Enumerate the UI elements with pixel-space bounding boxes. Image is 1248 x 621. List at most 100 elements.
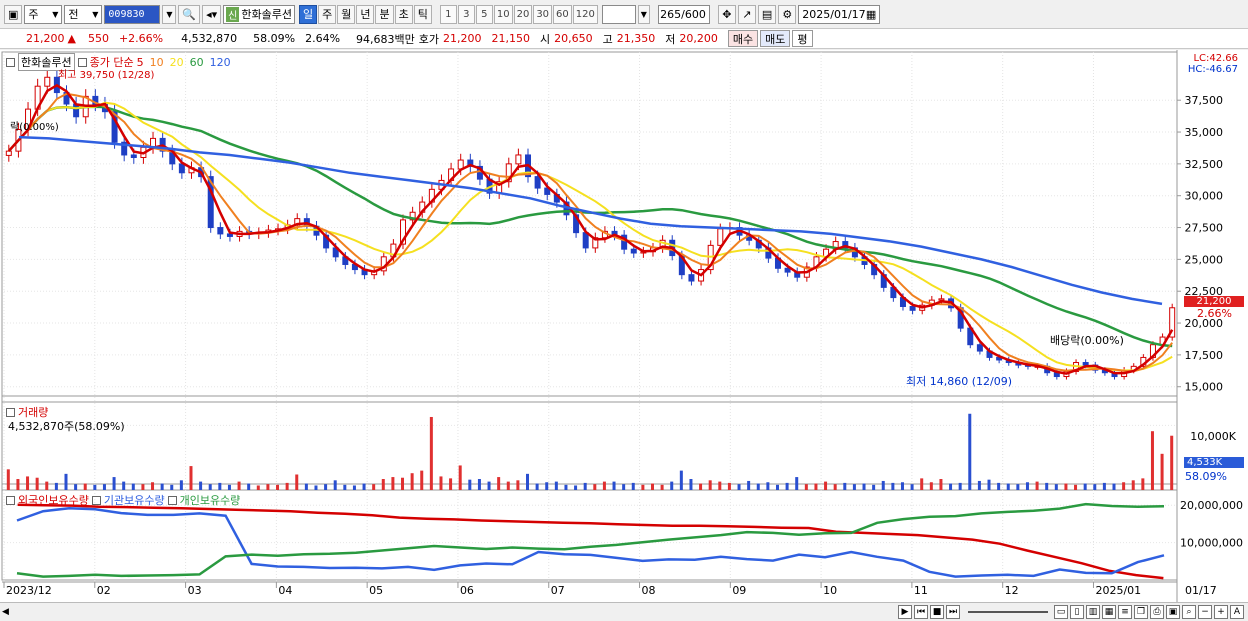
volume-bar [622,484,626,490]
panel-toggle-icon[interactable] [6,407,15,417]
period-tab[interactable]: 일 [298,4,318,24]
x-axis-label: 2023/12 [6,584,52,597]
interval-custom-input[interactable] [601,4,636,24]
ex-right-annotation: 락(0.00%) [10,122,59,133]
window-menu-icon[interactable]: ▣ [4,4,23,24]
volume-bar [381,479,385,490]
volume-bar [160,483,164,490]
compare-icon[interactable]: ▥ [1086,605,1100,619]
bar-count-max: /600 [681,7,706,21]
search-icon[interactable]: 🔍 [178,4,201,24]
period-tab[interactable]: 주 [318,4,337,24]
volume-bar [1035,481,1039,490]
volume-bar [1150,431,1154,490]
chart-canvas[interactable]: 37,50035,00032,50030,00027,50025,00022,5… [0,50,1248,602]
volume-bar [112,477,116,490]
interval-button[interactable]: 10 [493,4,513,24]
volume-bar [410,473,414,490]
volume-bar [487,481,491,490]
panel-toggle-icon[interactable] [91,495,101,505]
panel-toggle-icon[interactable] [6,495,15,505]
interval-button[interactable]: 30 [533,4,553,24]
layout-icon[interactable]: ▭ [1054,605,1068,619]
price-change-pct: +2.66% [118,32,164,45]
volume-bar [1074,484,1078,490]
volume-bar [304,483,308,490]
scroll-left-icon[interactable]: ◀ [2,607,12,617]
print-icon[interactable]: ⎙ [1150,605,1164,619]
x-axis-label: 12 [1005,584,1019,597]
interval-button[interactable]: 1 [439,4,457,24]
image-icon[interactable]: ▣ [1166,605,1180,619]
price-tick-label: 17,500 [1185,349,1224,362]
panel-toggle-icon[interactable] [167,495,177,505]
chart-area[interactable]: 37,500 35,000 32,500 30,000 27,500 25,000 22,5… [0,50,1248,602]
period-type-select[interactable]: 주 ▼ [24,4,63,24]
zoom-in-icon[interactable]: + [1214,605,1228,619]
date-value: 2025/01/17 [802,7,866,21]
grid-icon[interactable]: ▦ [1102,605,1116,619]
volume-bar [526,473,530,490]
low-annotation: 최저 14,860 (12/09) [906,375,1013,388]
candle-body [44,76,51,87]
volume-bar [1131,480,1135,490]
interval-button[interactable]: 120 [572,4,598,24]
period-tab[interactable]: 년 [356,4,375,24]
volume-ratio-tag: 58.09% [1185,470,1227,483]
volume-bar [949,483,953,490]
buy-button[interactable]: 매수 [727,30,759,47]
stock-name-box[interactable]: 신 한화솔루션 [223,4,295,24]
bar-count-field[interactable]: 265/600 [657,4,710,24]
volume-bar [1054,484,1058,490]
date-input[interactable]: 2025/01/17 ▦ [798,4,881,24]
volume-bar [199,481,203,490]
draw-tool-icon[interactable]: ↗ [737,4,756,24]
speaker-icon[interactable]: ◂▾ [202,4,222,24]
candle-body [630,248,637,254]
volume-bar [862,483,866,490]
interval-button[interactable]: 20 [513,4,533,24]
interval-button[interactable]: 3 [457,4,475,24]
rewind-icon[interactable]: ⏮ [914,605,928,619]
interval-button[interactable]: 5 [475,4,493,24]
period-tab[interactable]: 틱 [413,4,432,24]
scroll-right-icon[interactable]: ▶ [898,605,912,619]
zoom-icon[interactable]: ⌕ [1182,605,1196,619]
sell-button[interactable]: 매도 [760,30,791,47]
split-icon[interactable]: ▯ [1070,605,1084,619]
price-tick-label: 37,500 [1185,94,1224,107]
period-tab[interactable]: 월 [337,4,356,24]
crosshair-tool-icon[interactable]: ✥ [717,4,736,24]
font-size-icon[interactable]: A [1230,605,1244,619]
stock-code-input[interactable]: 009830 [104,4,161,24]
volume-bar [939,479,943,490]
gear-icon[interactable]: ⚙ [778,4,797,24]
zoom-slider[interactable] [968,611,1048,613]
interval-dropdown-button[interactable]: ▼ [637,4,650,24]
prev-select[interactable]: 전 ▼ [64,4,103,24]
fast-forward-icon[interactable]: ⏭ [946,605,960,619]
copy-icon[interactable]: ❐ [1134,605,1148,619]
zoom-out-icon[interactable]: − [1198,605,1212,619]
volume-bar [74,484,78,490]
calendar-icon[interactable]: ▦ [866,8,876,21]
list-icon[interactable]: ≡ [1118,605,1132,619]
period-tab[interactable]: 분 [375,4,394,24]
stop-icon[interactable]: ■ [930,605,944,619]
volume-bar [458,465,462,490]
volume-ratio: 58.09% [253,32,296,45]
chart-scrollbar[interactable]: ◀ ▶ ⏮ ■ ⏭ ▭ ▯ ▥ ▦ ≡ ❐ ⎙ ▣ ⌕ − + A [0,602,1248,621]
volume-bar [824,481,828,490]
scroll-track[interactable] [12,607,898,617]
panel-toggle-icon[interactable] [6,57,15,67]
candle-body [178,163,185,174]
holding-tick-label: 20,000,000 [1180,499,1243,512]
candle-body [784,267,791,273]
volume-bar [333,480,337,490]
save-icon[interactable]: ▤ [757,4,777,24]
period-tab[interactable]: 초 [394,4,413,24]
code-dropdown-button[interactable]: ▼ [162,4,177,24]
eval-button[interactable]: 평 [792,30,813,47]
volume-bar [545,482,549,490]
interval-button[interactable]: 60 [553,4,572,24]
